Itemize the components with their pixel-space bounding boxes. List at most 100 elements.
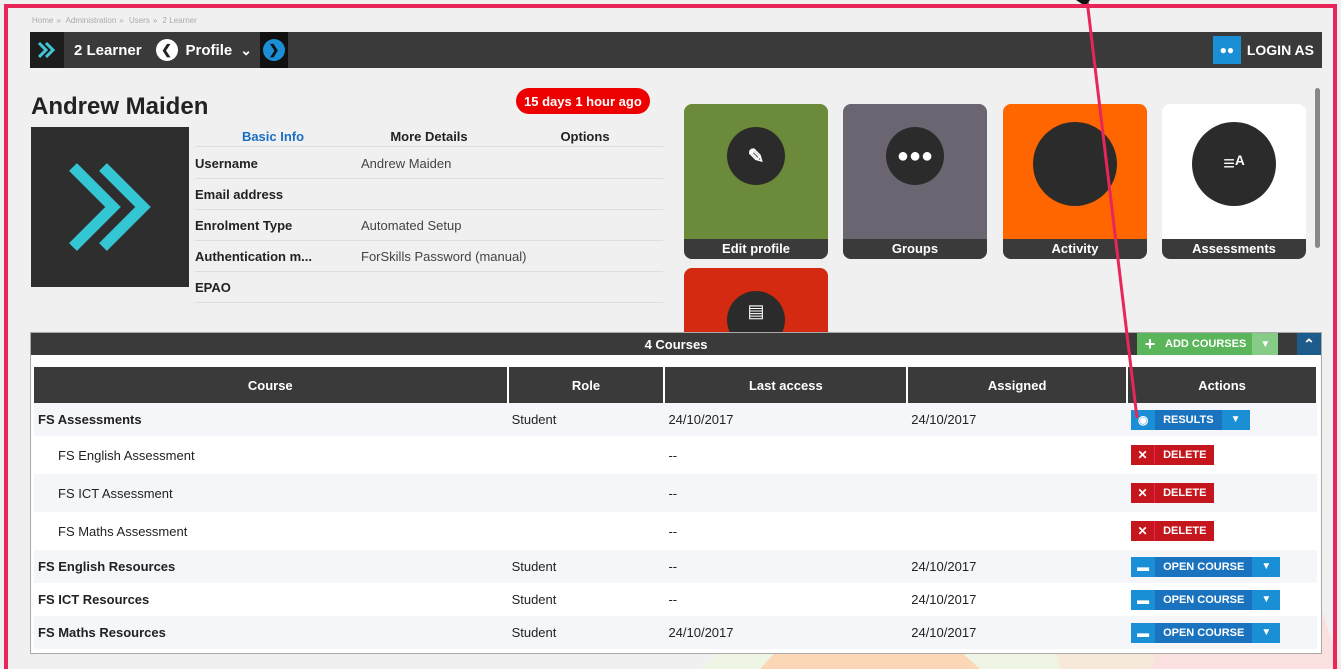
login-as-button[interactable]: ●● LOGIN AS (1212, 32, 1322, 68)
course-name[interactable]: FS English Assessment (34, 436, 508, 474)
info-key: Enrolment Type (195, 217, 293, 233)
course-assigned: 24/10/2017 (907, 403, 1128, 436)
folder-icon: ▬ (1131, 589, 1156, 610)
delete-button[interactable]: ✕ DELETE (1131, 445, 1215, 465)
course-name[interactable]: FS ICT Resources (34, 583, 508, 616)
tile-label: Edit profile (684, 239, 828, 259)
close-icon: ✕ (1131, 521, 1156, 541)
open-course-button[interactable]: ▬ OPEN COURSE ▼ (1131, 589, 1281, 610)
caret-down-icon[interactable]: ▼ (1252, 622, 1281, 643)
course-assigned (907, 436, 1127, 474)
course-role: Student (507, 616, 665, 649)
course-last-access: 24/10/2017 (664, 616, 908, 649)
column-header[interactable]: Course (34, 367, 509, 403)
course-assigned (907, 474, 1128, 512)
page-title: 2 Learner (74, 41, 142, 59)
info-row: EPAO (195, 272, 663, 303)
course-last-access: -- (668, 523, 678, 539)
tile-label: Groups (843, 239, 987, 259)
tab-options[interactable]: Options (507, 127, 663, 146)
clipboard-icon: ▤ (727, 291, 785, 332)
top-navbar: 2 Learner ❮ Profile ⌄ ❯ ●● LOGIN AS (30, 32, 1322, 68)
column-header[interactable]: Assigned (907, 367, 1129, 403)
column-header[interactable]: Last access (664, 367, 909, 403)
folder-icon: ▬ (1131, 622, 1156, 643)
logo-icon[interactable] (30, 32, 64, 68)
course-role (508, 512, 665, 550)
profile-tabs: Basic Info More Details Options (195, 127, 663, 147)
info-value: ForSkills Password (manual) (361, 248, 527, 264)
tile-clipboard[interactable]: ▤ (684, 268, 828, 332)
info-row: Enrolment Type Automated Setup (195, 210, 663, 241)
next-icon: ❯ (262, 39, 285, 61)
tile-edit-profile[interactable]: ✎ Edit profile (684, 104, 828, 259)
course-name[interactable]: FS Maths Resources (34, 616, 508, 649)
course-assigned: 24/10/2017 (911, 592, 977, 607)
tile-groups[interactable]: ●●● Groups (843, 104, 987, 259)
tab-basic-info[interactable]: Basic Info (195, 127, 351, 146)
add-courses-label: ADD COURSES (1165, 338, 1247, 350)
caret-down-icon[interactable]: ▼ (1252, 556, 1281, 577)
caret-down-icon[interactable]: ▼ (1221, 409, 1250, 430)
chevron-logo-icon (69, 163, 151, 251)
next-button[interactable]: ❯ (259, 32, 288, 68)
course-actions: ▬ OPEN COURSE ▼ (1127, 616, 1317, 649)
collapse-button[interactable]: ⌃ (1297, 333, 1321, 355)
close-icon: ✕ (1131, 445, 1156, 465)
course-assigned: 24/10/2017 (907, 616, 1128, 649)
course-role (508, 436, 665, 474)
course-last-access: 24/10/2017 (664, 403, 908, 436)
info-key: Email address (195, 186, 284, 202)
course-last-access: -- (668, 447, 678, 463)
open-course-button[interactable]: ▬ OPEN COURSE ▼ (1131, 622, 1281, 643)
caret-down-icon[interactable]: ▼ (1252, 333, 1279, 355)
close-icon: ✕ (1131, 483, 1156, 503)
open-course-button[interactable]: ▬ OPEN COURSE ▼ (1131, 556, 1281, 577)
course-actions: ✕ DELETE (1127, 436, 1317, 474)
basic-info-table: Username Andrew Maiden Email address Enro… (195, 148, 663, 303)
activity-icon (1033, 122, 1117, 206)
group-icon: ●●● (886, 127, 944, 185)
tab-more-details[interactable]: More Details (351, 127, 507, 146)
course-name[interactable]: FS ICT Assessment (34, 474, 508, 512)
table-row: FS ICT Resources Student -- 24/10/2017 ▬… (34, 583, 1317, 616)
add-courses-button[interactable]: + ADD COURSES ▼ (1137, 333, 1279, 355)
profile-menu[interactable]: Profile (186, 42, 233, 59)
table-row: FS Assessments Student 24/10/2017 24/10/… (34, 403, 1317, 436)
course-name[interactable]: FS English Resources (34, 550, 508, 583)
scrollbar-thumb[interactable] (1315, 88, 1320, 248)
breadcrumb-users[interactable]: Users (129, 16, 150, 25)
previous-icon[interactable]: ❮ (155, 39, 178, 61)
tile-activity[interactable]: Activity (1003, 104, 1147, 259)
course-name[interactable]: FS Assessments (34, 403, 508, 436)
courses-panel: 4 Courses + ADD COURSES ▼ ⌃ Course Role … (30, 332, 1322, 654)
column-header[interactable]: Role (507, 367, 666, 403)
open-course-label: OPEN COURSE (1155, 556, 1253, 577)
last-seen-badge: 15 days 1 hour ago (516, 88, 650, 114)
delete-label: DELETE (1155, 445, 1215, 465)
courses-count: 4 Courses (644, 336, 708, 352)
breadcrumb-current: 2 Learner (162, 16, 197, 25)
courses-table: Course Role Last access Assigned Actions… (34, 367, 1318, 649)
table-row: FS English Assessment -- ✕ DELETE (34, 436, 1317, 474)
assessment-icon: ≡ᴬ (1192, 122, 1276, 206)
delete-button[interactable]: ✕ DELETE (1131, 483, 1215, 503)
table-row: FS English Resources Student -- 24/10/20… (34, 550, 1317, 583)
course-actions: ◉ RESULTS ▼ (1127, 403, 1317, 436)
chevron-down-icon[interactable]: ⌄ (240, 42, 252, 59)
breadcrumb-administration[interactable]: Administration (66, 16, 117, 25)
delete-button[interactable]: ✕ DELETE (1131, 521, 1215, 541)
caret-down-icon[interactable]: ▼ (1252, 589, 1281, 610)
chevron-up-icon: ⌃ (1303, 335, 1315, 352)
breadcrumb-home[interactable]: Home (32, 16, 53, 25)
tile-assessments[interactable]: ≡ᴬ Assessments (1162, 104, 1306, 259)
course-name[interactable]: FS Maths Assessment (34, 512, 508, 550)
course-last-access: -- (664, 550, 908, 583)
results-button[interactable]: ◉ RESULTS ▼ (1131, 409, 1250, 430)
column-header[interactable]: Actions (1127, 367, 1318, 403)
info-key: Username (195, 155, 258, 171)
login-as-label: LOGIN AS (1246, 42, 1314, 58)
course-actions: ▬ OPEN COURSE ▼ (1127, 550, 1317, 583)
open-course-label: OPEN COURSE (1155, 589, 1253, 610)
folder-icon: ▬ (1131, 556, 1156, 577)
